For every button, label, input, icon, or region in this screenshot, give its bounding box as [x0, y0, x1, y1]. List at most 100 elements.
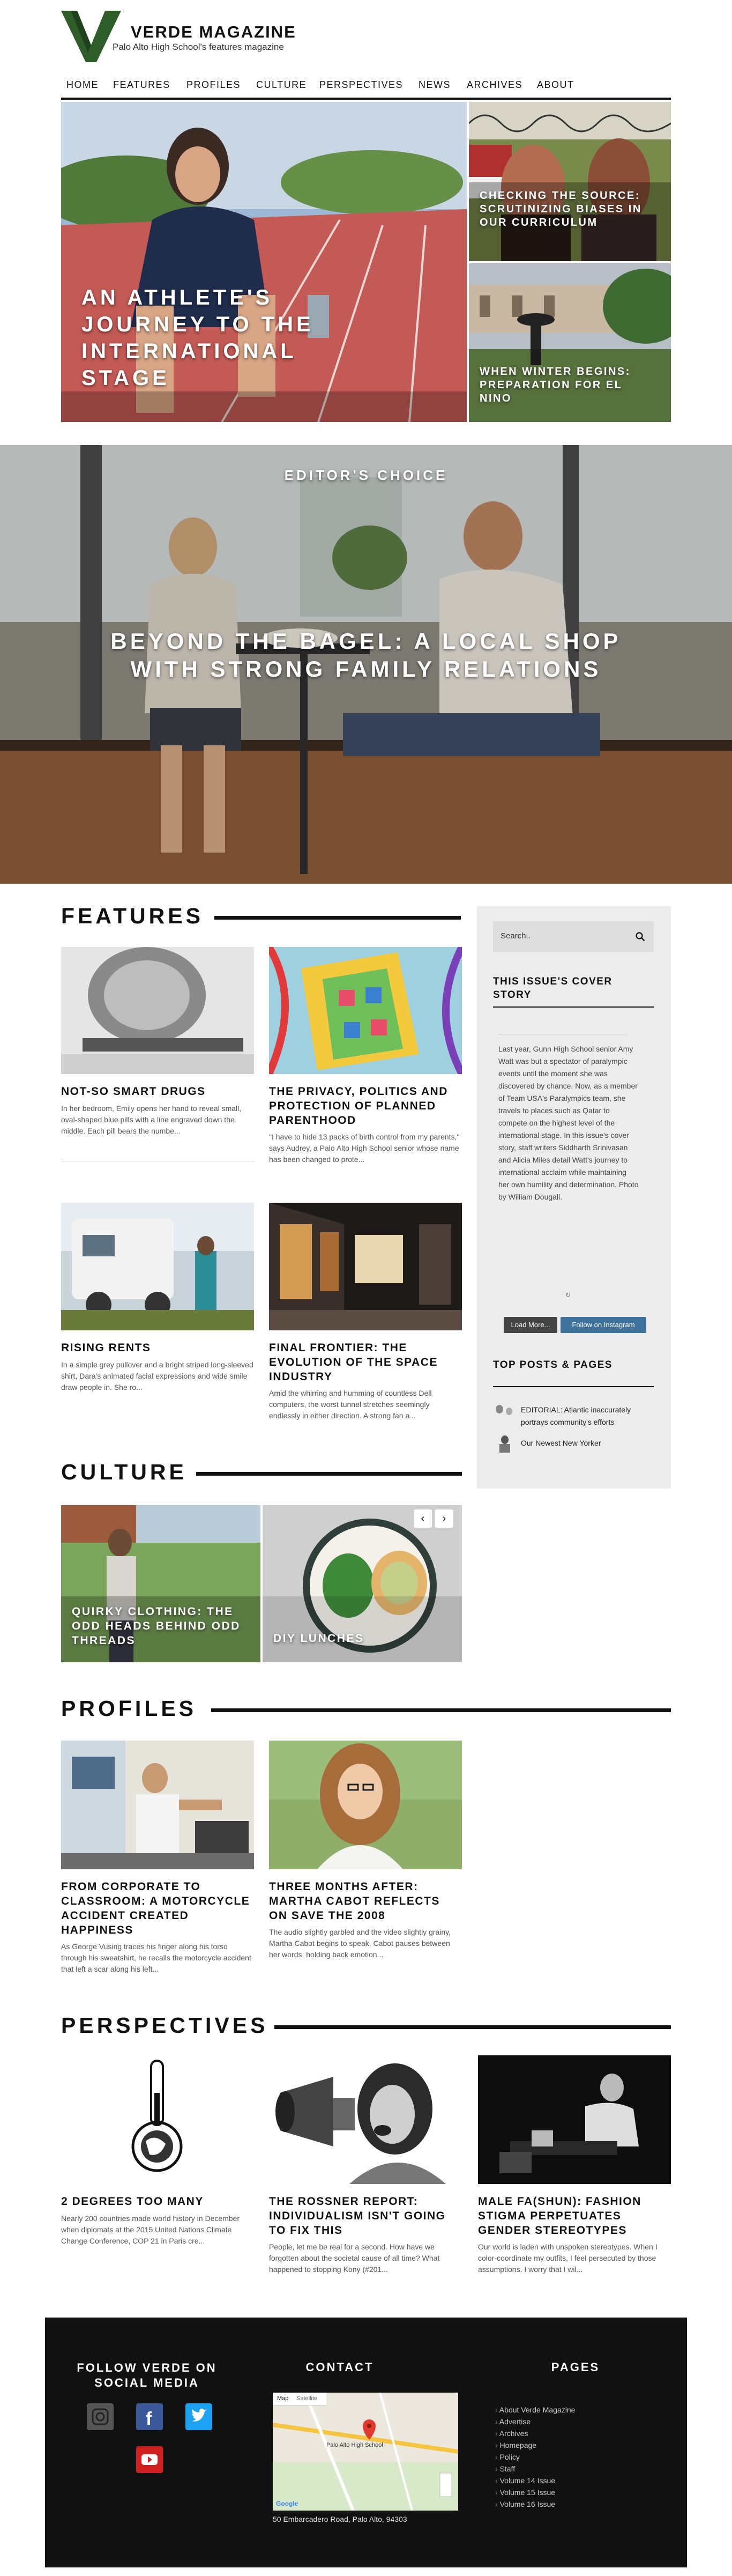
profile-card-2-excerpt: The audio slightly garbled and the video… — [269, 1928, 451, 1959]
feature-card-3-image[interactable] — [61, 1203, 254, 1330]
hero-side-story-2[interactable]: WHEN WINTER BEGINS: PREPARATION FOR EL N… — [469, 263, 671, 422]
perspective-card-1-title[interactable]: 2 DEGREES TOO MANY — [61, 2194, 254, 2209]
footer-link-homepage[interactable]: Homepage — [495, 2441, 537, 2449]
footer-link-volume-15[interactable]: Volume 15 Issue — [495, 2488, 556, 2497]
editors-choice-story[interactable]: EDITOR'S CHOICE BEYOND THE BAGEL: A LOCA… — [0, 445, 732, 884]
feature-card-4-image[interactable] — [269, 1203, 462, 1330]
culture-card-2[interactable]: DIY LUNCHES ‹ › — [263, 1505, 462, 1662]
sidebar: Search.. THIS ISSUE'S COVER STORY Last y… — [477, 906, 671, 1489]
feature-card-3-excerpt: In a simple grey pullover and a bright s… — [61, 1360, 253, 1391]
carousel-prev-button[interactable]: ‹ — [414, 1509, 432, 1528]
features-heading[interactable]: FEATURES — [61, 904, 204, 929]
perspective-card-2-title[interactable]: THE ROSSNER REPORT: INDIVIDUALISM ISN'T … — [269, 2194, 462, 2238]
search-input[interactable]: Search.. — [501, 931, 531, 941]
loading-icon: ↻ — [565, 1291, 571, 1299]
hero-main-title[interactable]: AN ATHLETE'S JOURNEY TO THE INTERNATIONA… — [81, 284, 360, 391]
youtube-link[interactable] — [136, 2446, 163, 2473]
carousel-next-button[interactable]: › — [435, 1509, 453, 1528]
top-posts-heading: TOP POSTS & PAGES — [493, 1359, 613, 1371]
perspective-card-3-excerpt: Our world is laden with unspoken stereot… — [478, 2242, 658, 2274]
svg-text:f: f — [146, 2409, 152, 2429]
footer-link-archives[interactable]: Archives — [495, 2429, 528, 2438]
search-box[interactable]: Search.. — [493, 921, 654, 952]
profile-card-2-image[interactable] — [269, 1741, 462, 1869]
footer-link-staff[interactable]: Staff — [495, 2464, 516, 2473]
feature-card-1-title[interactable]: NOT-SO SMART DRUGS — [61, 1084, 254, 1099]
feature-card-1-excerpt: In her bedroom, Emily opens her hand to … — [61, 1104, 242, 1135]
nav-about[interactable]: ABOUT — [537, 79, 574, 91]
editors-choice-title[interactable]: BEYOND THE BAGEL: A LOCAL SHOP WITH STRO… — [80, 627, 652, 683]
top-post-1-link[interactable]: EDITORIAL: Atlantic inaccurately portray… — [521, 1404, 649, 1428]
nav-news[interactable]: NEWS — [419, 79, 451, 91]
nav-profiles[interactable]: PROFILES — [186, 79, 241, 91]
twitter-link[interactable] — [185, 2403, 212, 2430]
top-post-2-thumb[interactable] — [493, 1433, 517, 1453]
footer-social-heading: FOLLOW VERDE ON SOCIAL MEDIA — [77, 2361, 217, 2389]
footer-link-advertise[interactable]: Advertise — [495, 2417, 531, 2426]
map-tab-satellite[interactable]: Satellite — [296, 2395, 317, 2402]
perspective-card-3-image[interactable] — [478, 2055, 671, 2184]
nav-archives[interactable]: ARCHIVES — [467, 79, 522, 91]
footer-link-about[interactable]: About Verde Magazine — [495, 2405, 576, 2414]
nav-culture[interactable]: CULTURE — [256, 79, 307, 91]
contact-address: 50 Embarcadero Road, Palo Alto, 94303 — [273, 2515, 407, 2523]
profile-card-1-excerpt: As George Vusing traces his finger along… — [61, 1942, 251, 1973]
feature-card-2-excerpt: "I have to hide 13 packs of birth contro… — [269, 1132, 460, 1164]
editors-choice-label: EDITOR'S CHOICE — [284, 467, 448, 483]
hero-side-story-1[interactable]: CHECKING THE SOURCE: SCRUTINIZING BIASES… — [469, 102, 671, 261]
nav-home[interactable]: HOME — [66, 79, 99, 91]
perspective-card-1-image[interactable] — [61, 2055, 254, 2184]
map-credit: Google — [276, 2500, 298, 2507]
hero-main-story[interactable]: AN ATHLETE'S JOURNEY TO THE INTERNATIONA… — [61, 102, 467, 422]
map-location-label: Palo Alto High School — [326, 2442, 383, 2448]
profile-card-1-title[interactable]: FROM CORPORATE TO CLASSROOM: A MOTORCYCL… — [61, 1879, 254, 1937]
profile-card-2-title[interactable]: THREE MONTHS AFTER: MARTHA CABOT REFLECT… — [269, 1879, 462, 1923]
cover-story-heading: THIS ISSUE'S COVER STORY — [493, 976, 613, 1001]
top-posts-rule — [493, 1386, 654, 1387]
top-post-1-thumb[interactable] — [493, 1403, 517, 1422]
follow-instagram-button[interactable]: Follow on Instagram — [561, 1317, 646, 1333]
feature-card-4-title[interactable]: FINAL FRONTIER: THE EVOLUTION OF THE SPA… — [269, 1341, 462, 1384]
instagram-link[interactable] — [87, 2403, 114, 2430]
youtube-icon — [141, 2454, 158, 2465]
load-more-button[interactable]: Load More... — [504, 1317, 557, 1333]
instagram-icon — [92, 2408, 109, 2425]
features-heading-rule — [214, 916, 461, 920]
hero-side-1-title[interactable]: CHECKING THE SOURCE: SCRUTINIZING BIASES… — [480, 189, 656, 230]
map-tab-map[interactable]: Map — [277, 2395, 288, 2402]
footer-link-policy[interactable]: Policy — [495, 2453, 520, 2461]
feature-card-3-title[interactable]: RISING RENTS — [61, 1341, 254, 1355]
profile-card-1-image[interactable] — [61, 1741, 254, 1869]
facebook-icon: f — [146, 2409, 152, 2429]
cover-story-text: Last year, Gunn High School senior Amy W… — [498, 1045, 639, 1201]
facebook-link[interactable]: f — [136, 2403, 163, 2430]
hero-side-1-image — [469, 102, 671, 261]
footer-link-volume-16[interactable]: Volume 16 Issue — [495, 2500, 556, 2508]
perspectives-heading[interactable]: PERSPECTIVES — [61, 2013, 268, 2038]
footer-pages-heading: PAGES — [551, 2360, 600, 2374]
culture-card-2-title[interactable]: DIY LUNCHES — [273, 1631, 450, 1646]
nav-features[interactable]: FEATURES — [113, 79, 170, 91]
culture-card-1-title[interactable]: QUIRKY CLOTHING: THE ODD HEADS BEHIND OD… — [72, 1604, 249, 1648]
main-nav: HOME FEATURES PROFILES CULTURE PERSPECTI… — [61, 75, 671, 100]
perspective-card-3-title[interactable]: MALE FA(SHUN): FASHION STIGMA PERPETUATE… — [478, 2194, 671, 2238]
culture-heading[interactable]: CULTURE — [61, 1460, 187, 1485]
feature-card-2-image[interactable] — [269, 947, 462, 1074]
profiles-heading-rule — [211, 1708, 671, 1712]
feature-card-2-title[interactable]: THE PRIVACY, POLITICS AND PROTECTION OF … — [269, 1084, 462, 1128]
profiles-heading[interactable]: PROFILES — [61, 1696, 197, 1721]
culture-heading-rule — [196, 1472, 462, 1476]
magazine-title[interactable]: VERDE MAGAZINE — [131, 23, 296, 42]
feature-card-1-image[interactable] — [61, 947, 254, 1074]
perspective-card-2-image[interactable] — [269, 2055, 462, 2184]
contact-map[interactable]: Map Satellite Palo Alto High School Goog… — [273, 2393, 458, 2511]
nav-perspectives[interactable]: PERSPECTIVES — [319, 79, 403, 91]
perspective-card-1-excerpt: Nearly 200 countries made world history … — [61, 2214, 240, 2245]
footer-link-volume-14[interactable]: Volume 14 Issue — [495, 2476, 556, 2485]
search-icon[interactable] — [636, 932, 645, 942]
hero-side-2-title[interactable]: WHEN WINTER BEGINS: PREPARATION FOR EL N… — [480, 365, 656, 405]
verde-logo[interactable] — [61, 11, 121, 62]
top-post-2-link[interactable]: Our Newest New Yorker — [521, 1439, 649, 1447]
culture-card-1[interactable]: QUIRKY CLOTHING: THE ODD HEADS BEHIND OD… — [61, 1505, 260, 1662]
cover-story-rule — [493, 1006, 654, 1008]
